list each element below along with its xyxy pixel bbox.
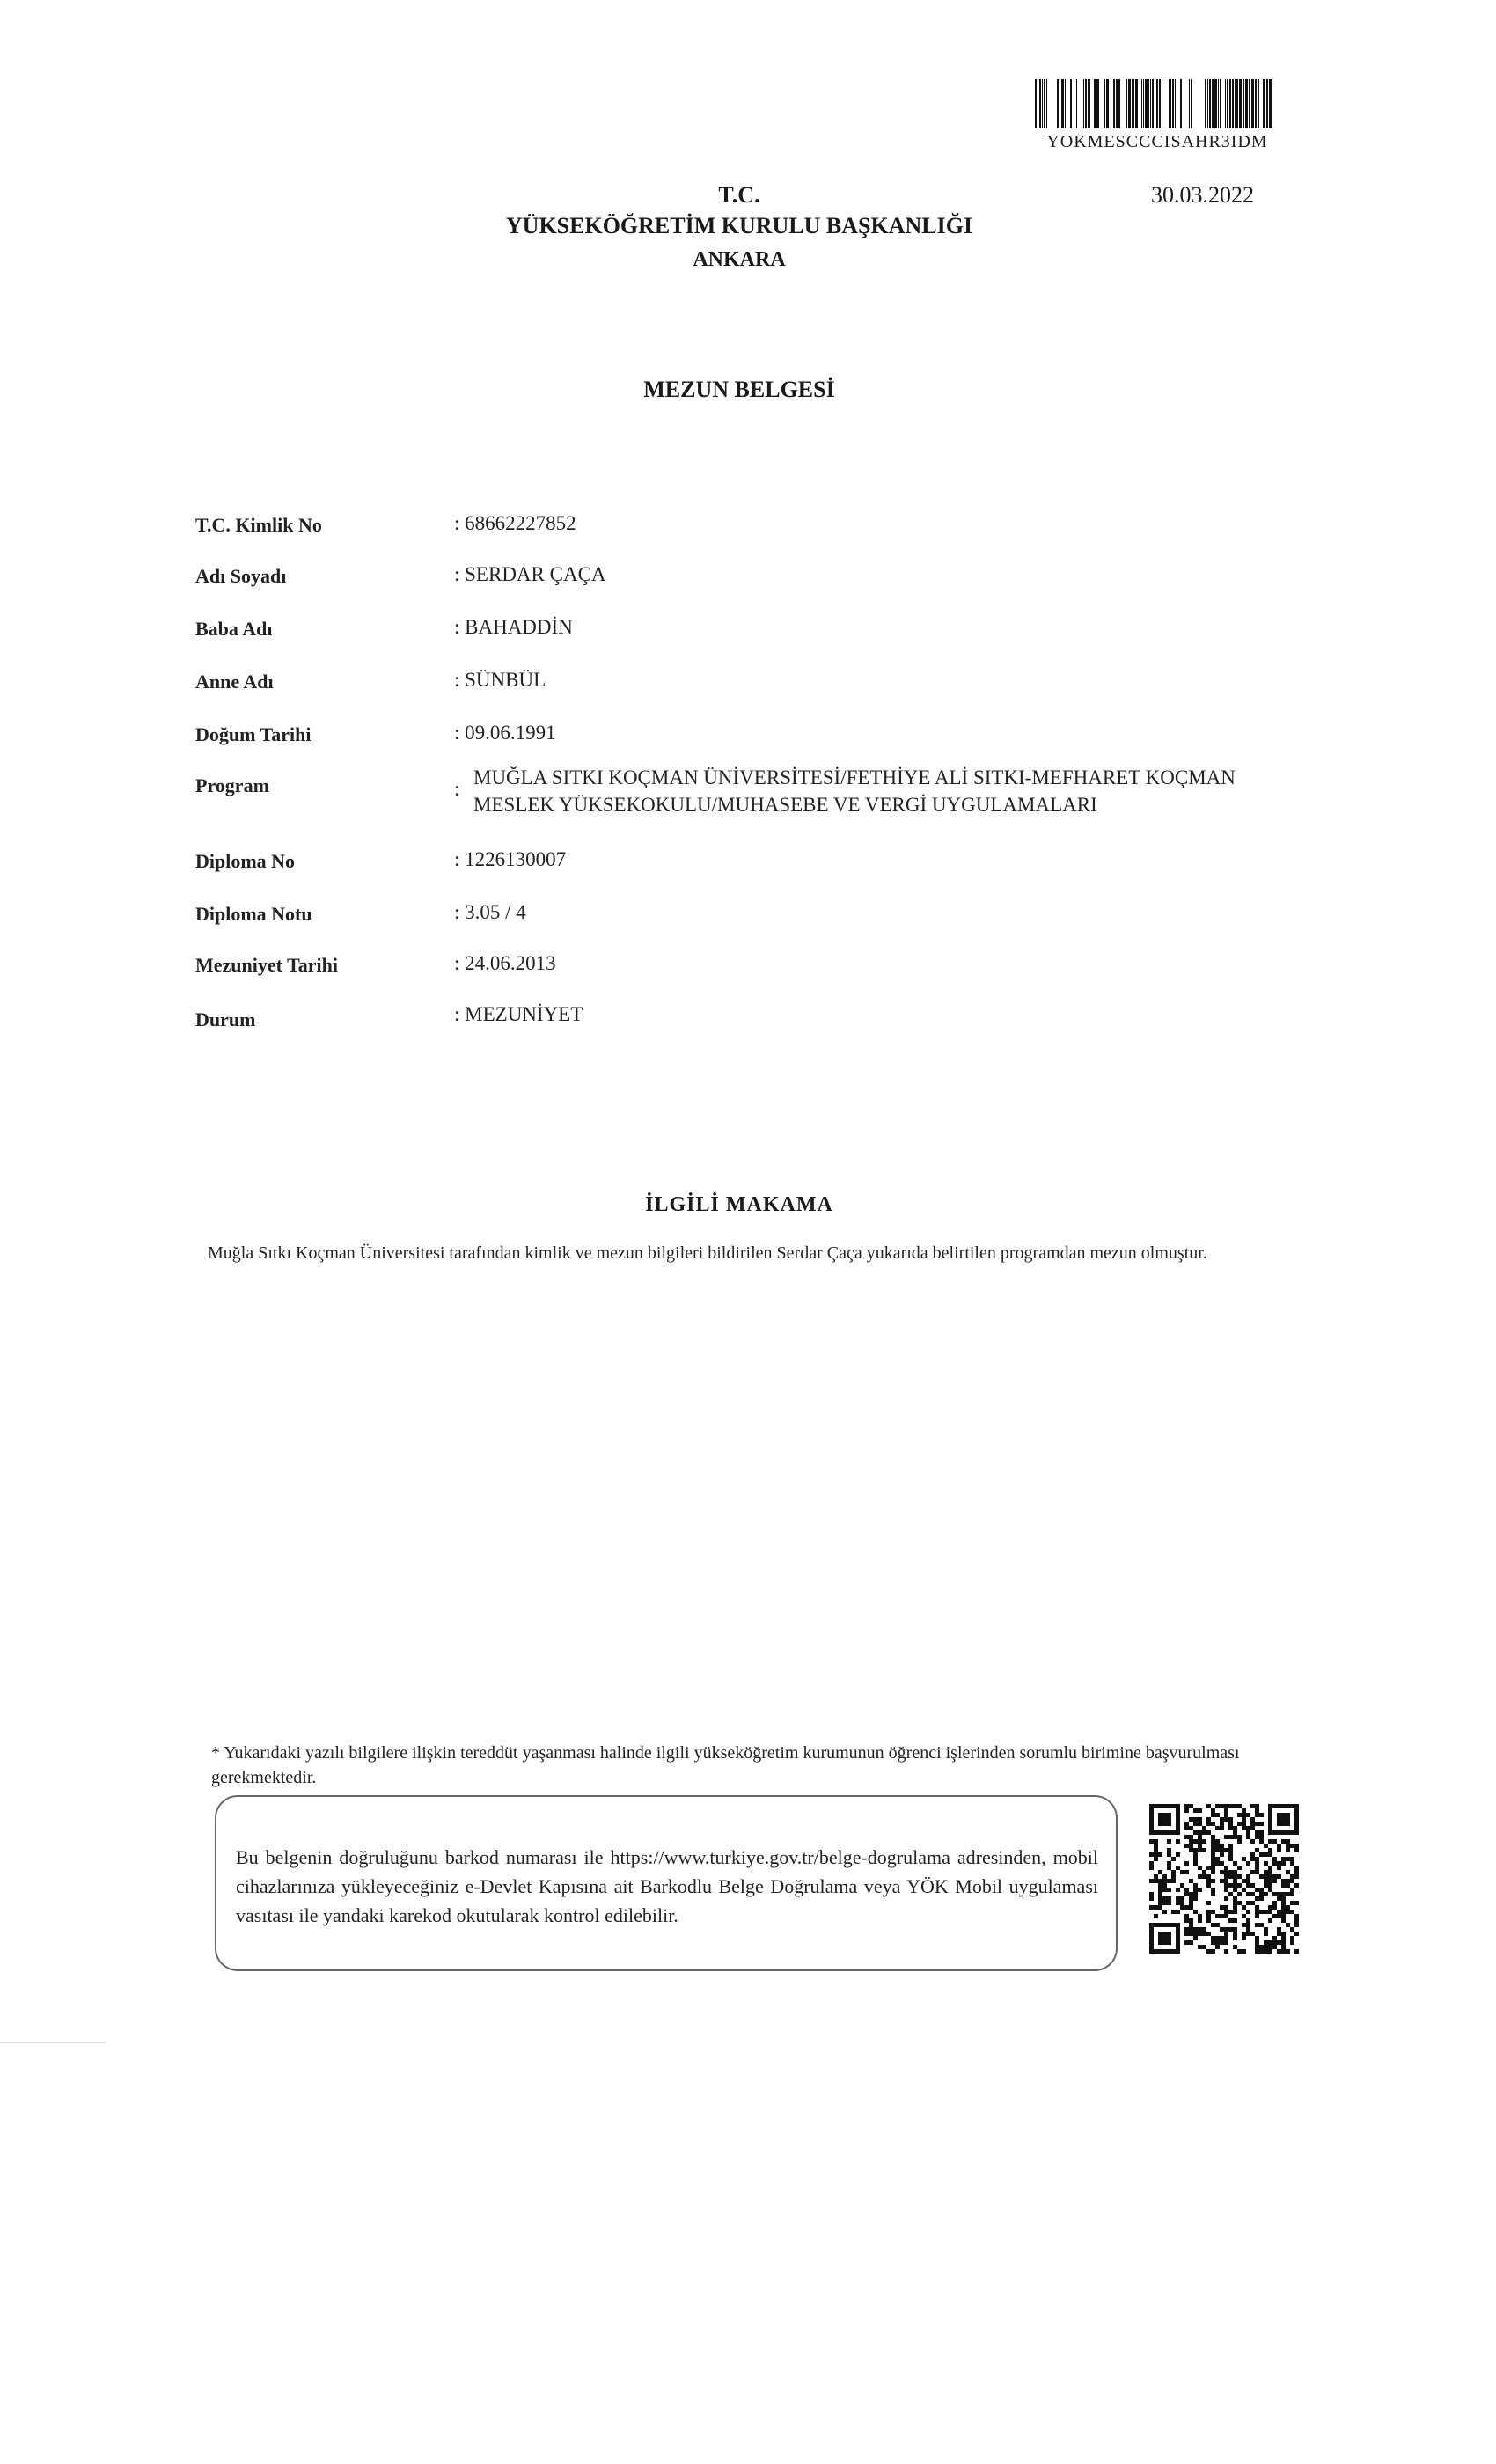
value-diploma-notu: : 3.05 / 4 <box>454 901 526 923</box>
header-institution: YÜKSEKÖĞRETİM KURULU BAŞKANLIĞI <box>505 213 973 238</box>
value-program-line-1: MUĞLA SITKI KOÇMAN ÜNİVERSİTESİ/FETHİYE … <box>473 766 1236 788</box>
document-title: MEZUN BELGESİ <box>643 377 835 402</box>
barcode-number: YOKMESCCCISAHR3IDM <box>1046 132 1268 151</box>
value-mezuniyet-tarihi: : 24.06.2013 <box>454 952 556 974</box>
header-line-1: T.C. <box>718 182 760 208</box>
label-diploma-notu: Diploma Notu <box>195 903 312 925</box>
header-city: ANKARA <box>693 248 786 271</box>
label-diploma-no: Diploma No <box>195 850 296 872</box>
value-anne-adi: : SÜNBÜL <box>454 669 546 691</box>
value-dogum-tarihi: : 09.06.1991 <box>454 722 556 744</box>
scan-edge-line <box>0 2042 106 2043</box>
footnote: * Yukarıdaki yazılı bilgilere ilişkin te… <box>211 1743 1240 1787</box>
label-program: Program <box>195 774 269 796</box>
label-durum: Durum <box>195 1008 256 1030</box>
section-title: İLGİLİ MAKAMA <box>645 1193 833 1216</box>
label-adi-soyadi: Adı Soyadı <box>195 565 287 587</box>
value-tc-kimlik-no: : 68662227852 <box>454 512 576 534</box>
value-diploma-no: : 1226130007 <box>454 848 567 870</box>
value-durum: : MEZUNİYET <box>454 1003 583 1025</box>
document-date: 30.03.2022 <box>1151 182 1254 208</box>
label-anne-adi: Anne Adı <box>195 671 274 693</box>
label-dogum-tarihi: Doğum Tarihi <box>195 723 312 745</box>
label-tc-kimlik-no: T.C. Kimlik No <box>195 514 322 536</box>
value-program-line-2: MESLEK YÜKSEKOKULU/MUHASEBE VE VERGİ UYG… <box>473 794 1097 816</box>
qr-code-image <box>1149 1804 1299 1954</box>
value-baba-adi: : BAHADDİN <box>454 616 573 638</box>
value-program-colon: : <box>454 778 460 800</box>
verification-text: Bu belgenin doğruluğunu barkod numarası … <box>236 1846 1098 1926</box>
value-adi-soyadi: : SERDAR ÇAÇA <box>454 563 606 585</box>
label-baba-adi: Baba Adı <box>195 618 273 640</box>
value-program: MUĞLA SITKI KOÇMAN ÜNİVERSİTESİ/FETHİYE … <box>473 764 1318 818</box>
label-mezuniyet-tarihi: Mezuniyet Tarihi <box>195 954 338 976</box>
section-body: Muğla Sıtkı Koçman Üniversitesi tarafınd… <box>208 1243 1207 1263</box>
